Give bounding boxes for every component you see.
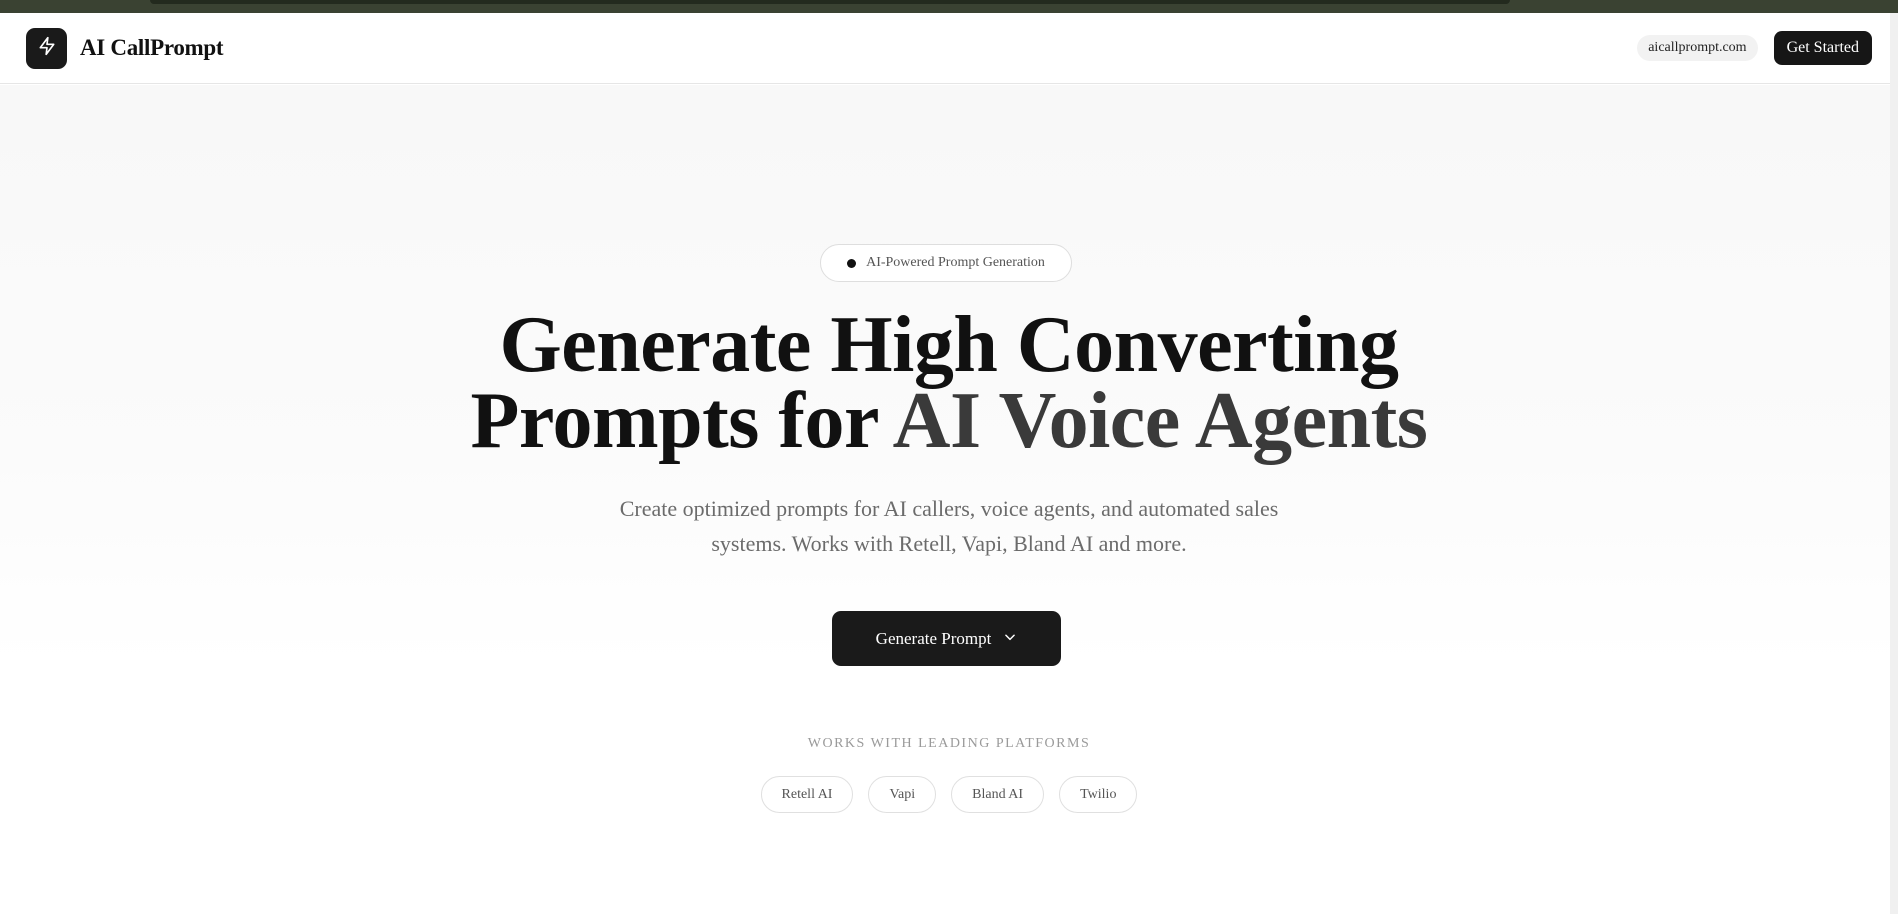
headline-line-2-prefix: Prompts for (470, 377, 893, 465)
brand-name: AI CallPrompt (80, 35, 224, 60)
generate-prompt-label: Generate Prompt (875, 628, 992, 648)
feature-badge: AI-Powered Prompt Generation (820, 244, 1072, 282)
brand[interactable]: AI CallPrompt (26, 27, 224, 69)
lightning-bolt-icon (37, 36, 57, 61)
badge-text: AI-Powered Prompt Generation (866, 255, 1045, 270)
browser-top-strip-bar (150, 0, 1510, 4)
platform-chip-bland: Bland AI (951, 776, 1045, 813)
hero-headline: Generate High Converting Prompts for AI … (0, 305, 1898, 461)
browser-top-strip (0, 0, 1898, 13)
platform-chip-vapi: Vapi (868, 776, 937, 813)
nav-right: aicallprompt.com Get Started (1637, 31, 1872, 65)
domain-chip[interactable]: aicallprompt.com (1637, 35, 1758, 61)
hero-subtitle: Create optimized prompts for AI callers,… (619, 496, 1279, 556)
scrollbar-track[interactable] (1890, 13, 1898, 914)
logo (26, 27, 67, 69)
platform-chip-twilio: Twilio (1059, 776, 1138, 813)
generate-prompt-button[interactable]: Generate Prompt (832, 611, 1061, 666)
headline-line-1: Generate High Converting (499, 301, 1399, 389)
navbar: AI CallPrompt aicallprompt.com Get Start… (0, 13, 1898, 84)
headline-line-2-accent: AI Voice Agents (892, 377, 1428, 465)
platform-chip-retell: Retell AI (760, 776, 854, 813)
badge-dot-icon (847, 258, 857, 268)
chevron-down-icon (1003, 629, 1017, 649)
platform-list: Retell AI Vapi Bland AI Twilio (0, 776, 1898, 813)
hero-section: AI-Powered Prompt Generation Generate Hi… (0, 85, 1898, 914)
get-started-button[interactable]: Get Started (1773, 31, 1872, 65)
platforms-label: WORKS WITH LEADING PLATFORMS (807, 736, 1091, 751)
